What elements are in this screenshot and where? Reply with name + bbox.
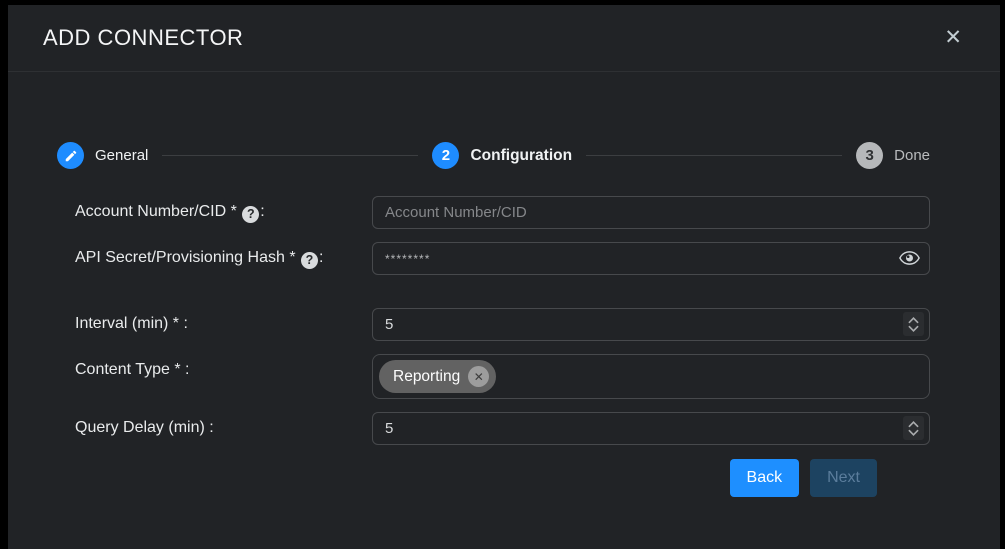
form-row-account-number: Account Number/CID * ?: [75,196,930,229]
account-number-label-text: Account Number/CID * [75,203,237,220]
form-row-interval: Interval (min) * : [75,308,930,341]
wizard-stepper: General 2 Configuration 3 Done [57,142,930,169]
content-type-label: Content Type * : [75,354,337,381]
help-icon[interactable]: ? [301,252,318,269]
step-number-2: 2 [432,142,459,169]
query-delay-input[interactable] [372,412,930,445]
back-button[interactable]: Back [730,459,800,497]
pencil-icon [57,142,84,169]
remove-tag-icon[interactable]: ✕ [468,366,489,387]
label-colon: : [319,249,323,266]
eye-icon[interactable] [899,250,920,266]
api-secret-label: API Secret/Provisioning Hash * ?: [75,242,337,269]
step-done: 3 Done [856,142,930,169]
modal-header: ADD CONNECTOR ✕ [8,5,1000,72]
step-connector [162,155,418,156]
step-label-configuration: Configuration [470,147,572,165]
number-stepper-icon[interactable] [903,312,924,336]
configuration-form: Account Number/CID * ?: API Secret/Provi… [8,196,1000,497]
step-configuration[interactable]: 2 Configuration [432,142,572,169]
content-type-input[interactable]: Reporting ✕ [372,354,930,399]
step-number-3: 3 [856,142,883,169]
api-secret-label-text: API Secret/Provisioning Hash * [75,249,296,266]
wizard-actions: Back Next [75,459,930,497]
query-delay-label: Query Delay (min) : [75,412,337,439]
form-row-api-secret: API Secret/Provisioning Hash * ?: [75,242,930,275]
step-label-general: General [95,147,148,164]
step-general[interactable]: General [57,142,148,169]
label-colon: : [260,203,264,220]
account-number-label: Account Number/CID * ?: [75,196,337,223]
form-row-query-delay: Query Delay (min) : [75,412,930,445]
tag-reporting: Reporting ✕ [379,360,496,393]
step-label-done: Done [894,147,930,164]
next-button[interactable]: Next [810,459,877,497]
number-stepper-icon[interactable] [903,416,924,440]
form-row-content-type: Content Type * : Reporting ✕ [75,354,930,399]
api-secret-input[interactable] [372,242,930,275]
modal-title: ADD CONNECTOR [43,25,243,51]
help-icon[interactable]: ? [242,206,259,223]
add-connector-modal: ADD CONNECTOR ✕ General 2 Configuration … [8,5,1000,549]
account-number-input[interactable] [372,196,930,229]
step-connector [586,155,842,156]
close-icon[interactable]: ✕ [944,27,962,48]
interval-label: Interval (min) * : [75,308,337,335]
tag-label: Reporting [393,368,460,386]
interval-input[interactable] [372,308,930,341]
